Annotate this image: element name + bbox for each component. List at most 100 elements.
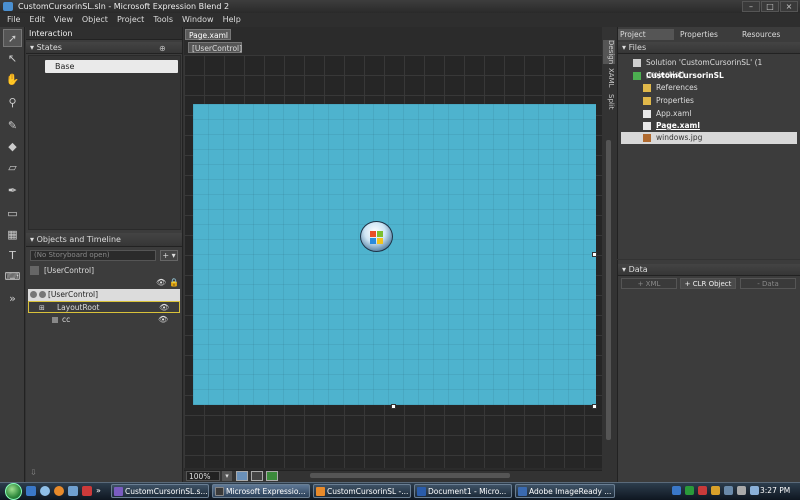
- expand-icon[interactable]: [30, 291, 37, 298]
- cc-windows-logo-image[interactable]: [360, 221, 393, 252]
- file-item-project[interactable]: CustomCursorinSL: [620, 70, 800, 82]
- brush-transform-tool-icon[interactable]: ▱: [3, 159, 22, 177]
- grid-tool-icon[interactable]: ▦: [3, 226, 22, 244]
- rectangle-tool-icon[interactable]: ▭: [3, 205, 22, 223]
- maximize-button[interactable]: □: [761, 1, 779, 12]
- logo-blue-pane: [370, 238, 376, 244]
- file-item-windows-jpg[interactable]: windows.jpg: [621, 132, 797, 144]
- tree-item-cc[interactable]: cc 👁: [28, 314, 180, 326]
- file-item-app-xaml[interactable]: App.xaml: [620, 108, 800, 120]
- resize-handle-bottom[interactable]: [391, 404, 396, 409]
- design-tab[interactable]: Design: [603, 40, 615, 64]
- tree-item-usercontrol[interactable]: [UserControl]: [28, 289, 180, 301]
- scope-up-icon[interactable]: [30, 266, 39, 275]
- menu-help[interactable]: Help: [221, 13, 243, 27]
- task-icon: [215, 487, 224, 496]
- files-header[interactable]: ▾ Files: [618, 42, 800, 54]
- horizontal-scrollbar[interactable]: [310, 473, 510, 478]
- storyboard-picker[interactable]: (No Storyboard open): [30, 250, 156, 261]
- breadcrumb[interactable]: [UserControl] ▾: [188, 42, 242, 64]
- menu-view[interactable]: View: [52, 13, 75, 27]
- controls-tool-icon[interactable]: ⌨: [3, 268, 22, 286]
- eyedropper-tool-icon[interactable]: ✎: [3, 117, 22, 135]
- objects-header[interactable]: ▾ Objects and Timeline: [26, 233, 182, 247]
- clock[interactable]: 3:27 PM: [760, 484, 798, 498]
- quicklaunch-desktop-icon[interactable]: [68, 486, 78, 496]
- task-expression-blend[interactable]: Microsoft Expressio...: [212, 484, 310, 498]
- project-tab[interactable]: Project: [618, 29, 674, 40]
- zoom-value: 100%: [189, 472, 211, 481]
- menu-window[interactable]: Window: [180, 13, 216, 27]
- tray-volume-icon[interactable]: [737, 486, 746, 495]
- data-header[interactable]: ▾ Data: [618, 264, 800, 276]
- tray-app-icon[interactable]: [685, 486, 694, 495]
- zoom-tool-icon[interactable]: ⚲: [3, 94, 22, 112]
- add-xml-button[interactable]: + XML: [621, 278, 677, 289]
- quicklaunch-explorer-icon[interactable]: [40, 486, 50, 496]
- zoom-field[interactable]: 100%: [186, 471, 220, 481]
- eye-icon[interactable]: 👁: [159, 302, 169, 314]
- task-browser[interactable]: CustomCursorinSL -...: [313, 484, 411, 498]
- quicklaunch-overflow-icon[interactable]: »: [96, 486, 101, 495]
- menu-file[interactable]: File: [5, 13, 22, 27]
- task-imageready[interactable]: Adobe ImageReady ...: [515, 484, 615, 498]
- task-icon: [417, 487, 426, 496]
- add-state-group-icon[interactable]: ⊕: [159, 44, 166, 53]
- usercontrol-surface[interactable]: [193, 104, 596, 405]
- timeline-toggle-icon[interactable]: ⇩: [30, 468, 37, 477]
- start-button[interactable]: [5, 483, 22, 500]
- tray-security-icon[interactable]: [698, 486, 707, 495]
- pan-tool-icon[interactable]: ✋: [3, 71, 22, 89]
- document-tab[interactable]: Page.xaml ×: [185, 29, 231, 51]
- task-visual-studio[interactable]: CustomCursorinSL.s...: [111, 484, 209, 498]
- new-storyboard-button[interactable]: + ▾: [160, 250, 178, 261]
- quicklaunch-ie-icon[interactable]: [26, 486, 36, 496]
- zoom-dropdown-icon[interactable]: ▾: [222, 471, 232, 481]
- file-item-properties[interactable]: Properties: [620, 95, 800, 107]
- menu-tools[interactable]: Tools: [151, 13, 175, 27]
- text-tool-icon[interactable]: T: [3, 247, 22, 265]
- add-clr-object-button[interactable]: + CLR Object: [680, 278, 736, 289]
- resources-tab[interactable]: Resources: [740, 29, 798, 40]
- tree-item-layoutroot[interactable]: ⊞ LayoutRoot 👁: [28, 301, 180, 313]
- xaml-tab[interactable]: XAML: [603, 67, 615, 89]
- menu-object[interactable]: Object: [80, 13, 110, 27]
- close-button[interactable]: ×: [780, 1, 798, 12]
- eye-icon[interactable]: [39, 291, 46, 298]
- task-word[interactable]: Document1 - Micro...: [414, 484, 512, 498]
- paint-bucket-tool-icon[interactable]: ◆: [3, 138, 22, 156]
- quicklaunch-firefox-icon[interactable]: [54, 486, 64, 496]
- remove-data-button[interactable]: - Data: [740, 278, 796, 289]
- xaml-file-icon: [643, 110, 651, 118]
- quicklaunch-app-icon[interactable]: [82, 486, 92, 496]
- menu-project[interactable]: Project: [115, 13, 146, 27]
- eye-icon[interactable]: 👁: [158, 314, 168, 326]
- resize-handle-right[interactable]: [592, 252, 597, 257]
- base-state-item[interactable]: Base: [45, 60, 178, 73]
- vertical-scrollbar[interactable]: [606, 140, 611, 440]
- file-item-page-xaml[interactable]: Page.xaml: [620, 120, 800, 132]
- snap-to-gridlines-icon[interactable]: [266, 471, 278, 481]
- properties-tab[interactable]: Properties: [678, 29, 736, 40]
- show-grid-icon[interactable]: [251, 471, 263, 481]
- show-snap-grid-icon[interactable]: [236, 471, 248, 481]
- lock-header-icon: 🔒: [169, 278, 179, 287]
- folder-icon: [643, 97, 651, 105]
- selection-tool-icon[interactable]: ➚: [3, 29, 22, 47]
- states-list: Base: [28, 55, 181, 230]
- file-item-solution[interactable]: Solution 'CustomCursorinSL' (1 project(s…: [620, 57, 800, 79]
- menu-edit[interactable]: Edit: [27, 13, 47, 27]
- tray-update-icon[interactable]: [711, 486, 720, 495]
- minimize-button[interactable]: –: [742, 1, 760, 12]
- title-bar: CustomCursorinSL.sln - Microsoft Express…: [0, 0, 800, 13]
- asset-library-icon[interactable]: »: [3, 290, 22, 308]
- resize-handle-corner[interactable]: [592, 404, 597, 409]
- split-tab[interactable]: Split: [603, 92, 615, 112]
- tray-display-icon[interactable]: [724, 486, 733, 495]
- pen-tool-icon[interactable]: ✒: [3, 182, 22, 200]
- tray-network-icon[interactable]: [672, 486, 681, 495]
- tray-power-icon[interactable]: [750, 486, 759, 495]
- direct-selection-tool-icon[interactable]: ↖: [3, 50, 22, 68]
- menu-bar: File Edit View Object Project Tools Window Help: [0, 13, 800, 27]
- file-item-references[interactable]: References: [620, 82, 800, 94]
